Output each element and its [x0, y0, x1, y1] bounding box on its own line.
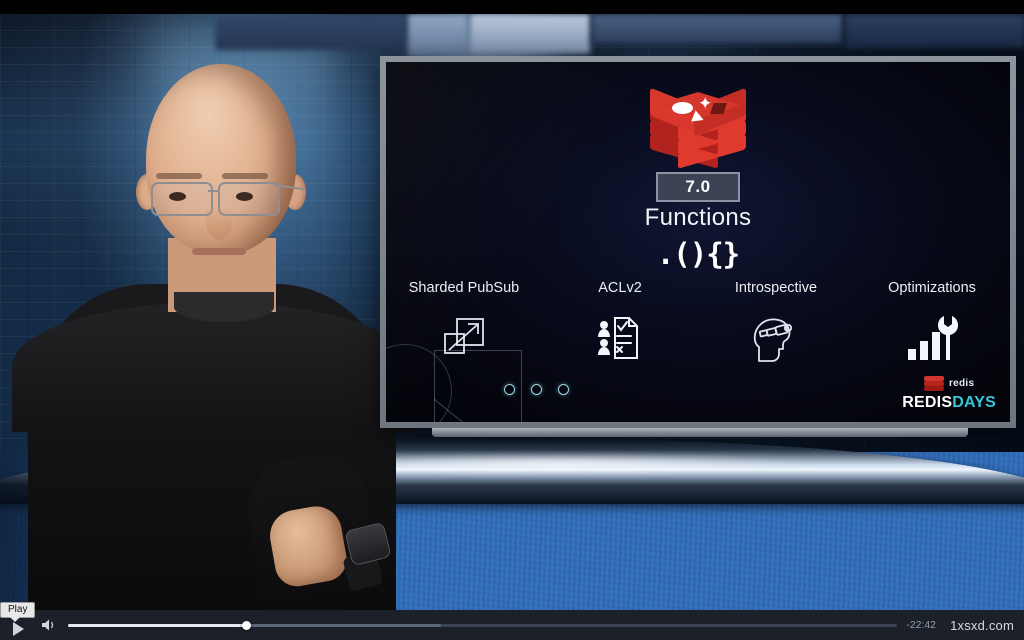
code-glyph: .(){}: [656, 237, 740, 271]
feature-label: Optimizations: [888, 280, 976, 296]
time-remaining: -22:42: [906, 619, 937, 631]
presenter-nose: [206, 206, 232, 240]
feature-item: Sharded PubSub: [386, 280, 542, 366]
feature-row: Sharded PubSub ACLv2 Introspective Optim…: [386, 280, 1010, 366]
seek-progress: [68, 623, 247, 627]
seek-handle[interactable]: [242, 620, 252, 630]
carousel-dot[interactable]: [531, 384, 542, 395]
head-telescope-icon: [698, 310, 854, 366]
version-badge: 7.0: [656, 172, 740, 202]
monitor-base: [432, 428, 968, 437]
access-control-document-icon: [542, 310, 698, 366]
presenter-mouth: [192, 248, 246, 255]
seek-bar[interactable]: [68, 610, 897, 640]
background-panel: [215, 14, 405, 50]
feature-label: Introspective: [734, 280, 818, 296]
background-panel: [592, 14, 842, 44]
feature-label: ACLv2: [598, 280, 642, 296]
carousel-dot[interactable]: [504, 384, 515, 395]
bar-chart-wrench-icon: [854, 310, 1010, 366]
redis-logo-eye: [672, 102, 693, 114]
screen-recording: ✦ 7.0 Functions .(){} Sharded PubSub: [0, 0, 1024, 640]
play-button[interactable]: Play: [0, 602, 36, 640]
redisdays-days-text: DAYS: [952, 394, 996, 411]
scale-arrow-icon: [386, 310, 542, 366]
presenter-eyebrow-left: [156, 173, 202, 179]
feature-label: Sharded PubSub: [408, 280, 520, 296]
redisdays-redis-text: REDIS: [902, 394, 953, 411]
presenter-eye-left: [169, 192, 186, 201]
presentation-screen: ✦ 7.0 Functions .(){} Sharded PubSub: [386, 62, 1010, 422]
volume-button[interactable]: [34, 610, 64, 640]
background-panel: [408, 14, 468, 58]
video-controls-bar: Play -22:42 1xsxd.com: [0, 602, 1024, 640]
presenter-eyebrow-right: [222, 173, 268, 179]
redis-mark-icon: [923, 376, 944, 391]
redisdays-wordmark: REDISDAYS: [902, 394, 996, 412]
redis-logo: ✦: [650, 87, 746, 176]
site-watermark: 1xsxd.com: [950, 617, 1014, 633]
background-panel: [845, 14, 1024, 48]
volume-icon: [42, 619, 54, 631]
feature-item: Introspective: [698, 280, 854, 366]
slide: ✦ 7.0 Functions .(){} Sharded PubSub: [386, 62, 1010, 422]
play-tooltip: Play: [0, 602, 36, 622]
presenter-eye-right: [236, 192, 253, 201]
feature-item: ACLv2: [542, 280, 698, 366]
presenter-collar: [174, 292, 274, 322]
carousel-dot[interactable]: [558, 384, 569, 395]
carousel-indicators[interactable]: [504, 384, 569, 395]
redis-wordmark: redis: [948, 378, 975, 389]
presenter-glasses-bridge: [208, 190, 220, 192]
play-icon: [13, 622, 24, 636]
redisdays-branding: redis REDISDAYS: [902, 376, 996, 412]
presenter: [12, 56, 412, 610]
feature-item: Optimizations: [854, 280, 1010, 366]
video-player-surface[interactable]: ✦ 7.0 Functions .(){} Sharded PubSub: [0, 0, 1024, 610]
letterbox-bar: [0, 0, 1024, 14]
slide-title: Functions: [644, 204, 752, 231]
background-panel: [470, 14, 590, 54]
redis-logo-top: ✦: [650, 87, 746, 137]
